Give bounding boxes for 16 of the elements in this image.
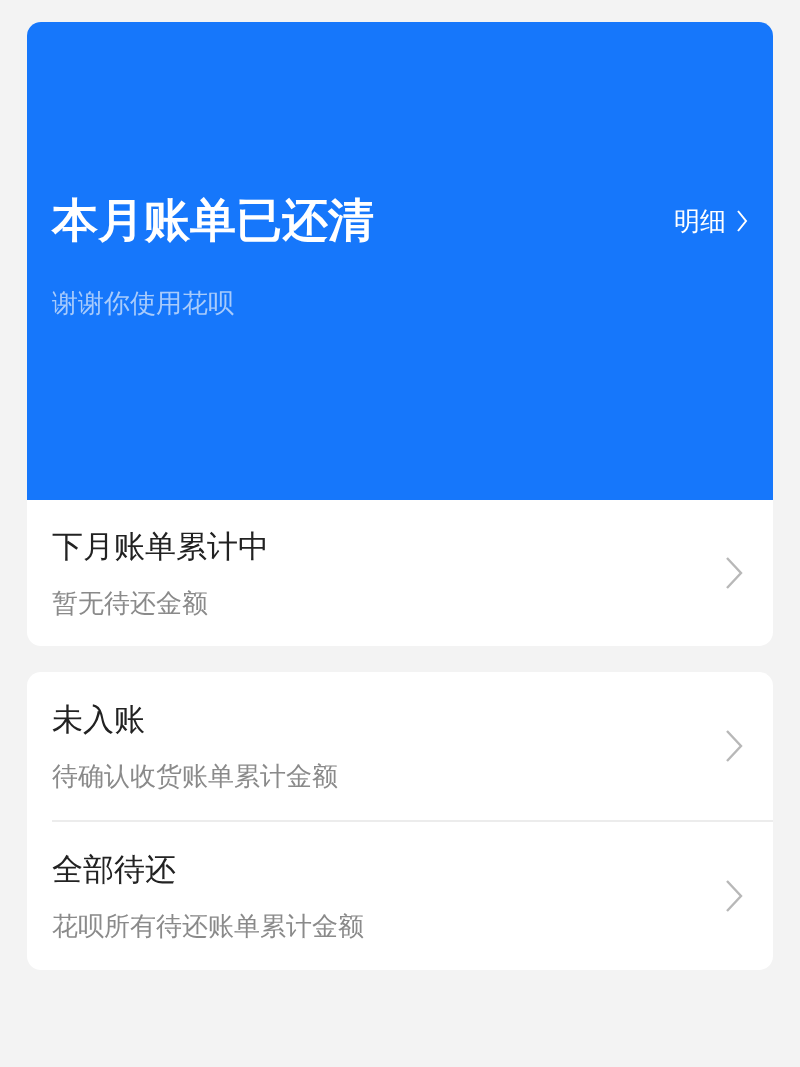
list-row[interactable]: 下月账单累计中 暂无待还金额 [27,500,773,646]
bill-status-title: 本月账单已还清 [52,192,374,249]
detail-link[interactable]: 明细 [674,203,748,239]
row-title: 全部待还 [52,849,177,889]
list-row[interactable]: 全部待还 花呗所有待还账单累计金额 [27,822,773,970]
banner-subtitle: 谢谢你使用花呗 [52,287,235,320]
chevron-right-icon [725,729,743,763]
row-title: 下月账单累计中 [52,526,269,566]
chevron-right-icon [725,556,743,590]
list-row[interactable]: 未入账 待确认收货账单累计金额 [27,672,773,820]
row-subtitle: 暂无待还金额 [52,586,209,620]
row-title: 未入账 [52,699,146,739]
row-subtitle: 待确认收货账单累计金额 [52,759,338,793]
chevron-right-icon [736,209,748,233]
row-subtitle: 花呗所有待还账单累计金额 [52,909,364,943]
chevron-right-icon [725,879,743,913]
